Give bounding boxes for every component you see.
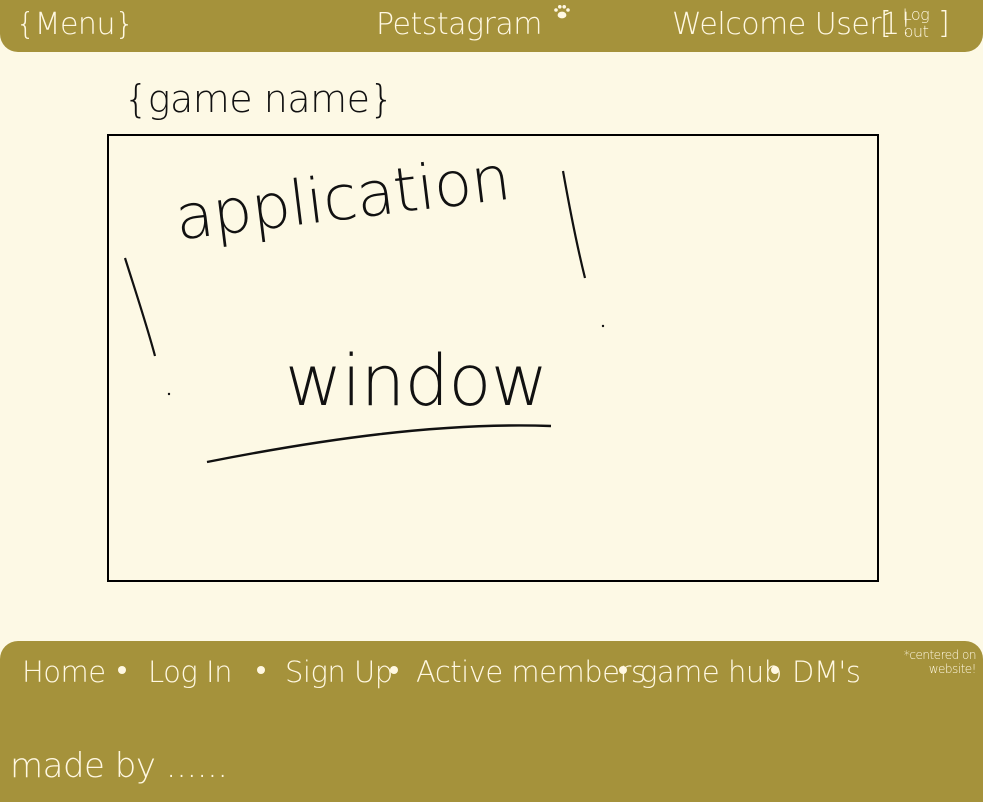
nav-separator-4	[619, 666, 627, 674]
nav-separator-2	[257, 666, 265, 674]
nav-login[interactable]: Log In	[148, 654, 232, 690]
made-by-credit: made by ......	[10, 746, 228, 786]
nav-centering-note: *centered on website!	[903, 648, 977, 676]
nav-active-members[interactable]: Active members	[416, 654, 646, 690]
nav-game-hub[interactable]: game hub	[640, 654, 782, 690]
nav-home[interactable]: Home	[22, 654, 106, 690]
paw-icon	[554, 5, 570, 19]
logout-button[interactable]: Log out	[897, 6, 935, 40]
app-name-logo[interactable]: Petstagram	[376, 6, 542, 44]
nav-separator-1	[118, 666, 126, 674]
nav-signup[interactable]: Sign Up	[285, 654, 393, 690]
logout-right-bracket: ]	[938, 6, 950, 41]
application-window-label-line-2: window	[285, 340, 548, 422]
logout-left-bracket: [	[880, 6, 892, 41]
header-bar: {Menu} Petstagram Welcome User1! [ Log o…	[0, 0, 983, 52]
nav-separator-5	[771, 666, 779, 674]
logout-label-line-1: Log	[902, 5, 930, 24]
nav-separator-3	[390, 666, 398, 674]
game-title-placeholder: {game name}	[124, 77, 394, 121]
welcome-message: Welcome User1!	[672, 7, 912, 42]
logout-label-line-2: out	[903, 22, 929, 41]
footer-bar: Home Log In Sign Up Active members game …	[0, 641, 983, 802]
application-window[interactable]: application window	[107, 134, 879, 582]
menu-button[interactable]: {Menu}	[16, 6, 134, 44]
nav-dms[interactable]: DM's	[792, 654, 861, 690]
